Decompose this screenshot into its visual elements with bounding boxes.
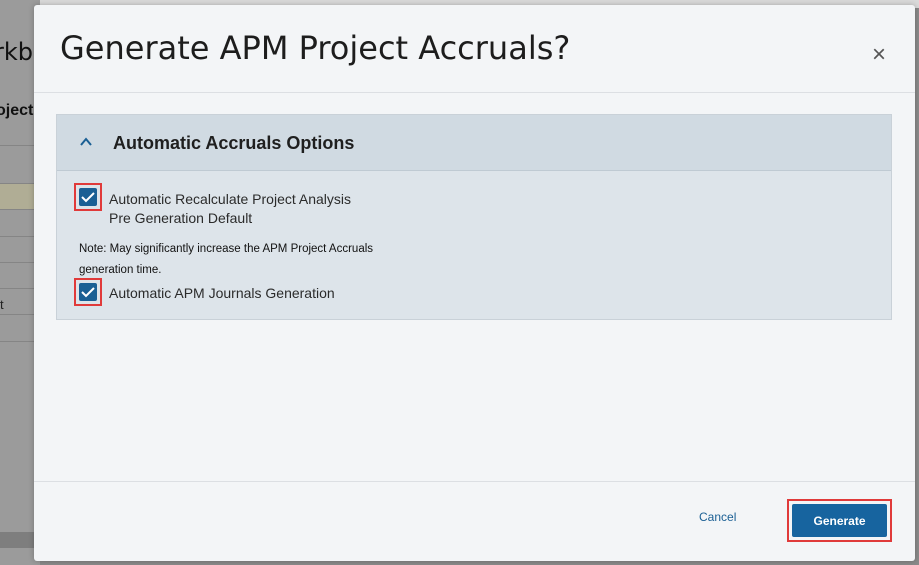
background-subtitle: oject — [0, 102, 34, 119]
apm-journals-generation-checkbox[interactable] — [74, 278, 102, 306]
section-title: Automatic Accruals Options — [113, 133, 355, 153]
cancel-button[interactable]: Cancel — [699, 510, 736, 524]
background-row-text: t — [0, 297, 4, 312]
background-title: rkb — [0, 38, 33, 66]
footer-divider — [34, 481, 915, 482]
accruals-options-panel: Automatic Accruals Options Automatic Rec… — [56, 114, 892, 320]
apm-journals-label: Automatic APM Journals Generation — [109, 285, 335, 301]
checkbox-checked[interactable] — [79, 188, 97, 206]
recalculate-label-line2: Pre Generation Default — [109, 210, 253, 226]
header-divider — [34, 92, 915, 93]
generation-time-note: Note: May significantly increase the APM… — [79, 243, 374, 276]
generate-button[interactable]: Generate — [792, 504, 887, 537]
recalculate-project-analysis-checkbox[interactable] — [74, 183, 102, 211]
accruals-options-header[interactable]: Automatic Accruals Options — [57, 115, 891, 171]
generate-button-highlight: Generate — [787, 499, 892, 542]
close-icon[interactable]: × — [869, 43, 889, 67]
checkbox-checked[interactable] — [79, 283, 97, 301]
generate-accruals-dialog: Generate APM Project Accruals? × Automat… — [34, 5, 915, 561]
chevron-up-icon[interactable] — [79, 135, 93, 149]
recalculate-label-line1: Automatic Recalculate Project Analysis — [109, 191, 351, 207]
dialog-title: Generate APM Project Accruals? — [60, 29, 571, 67]
